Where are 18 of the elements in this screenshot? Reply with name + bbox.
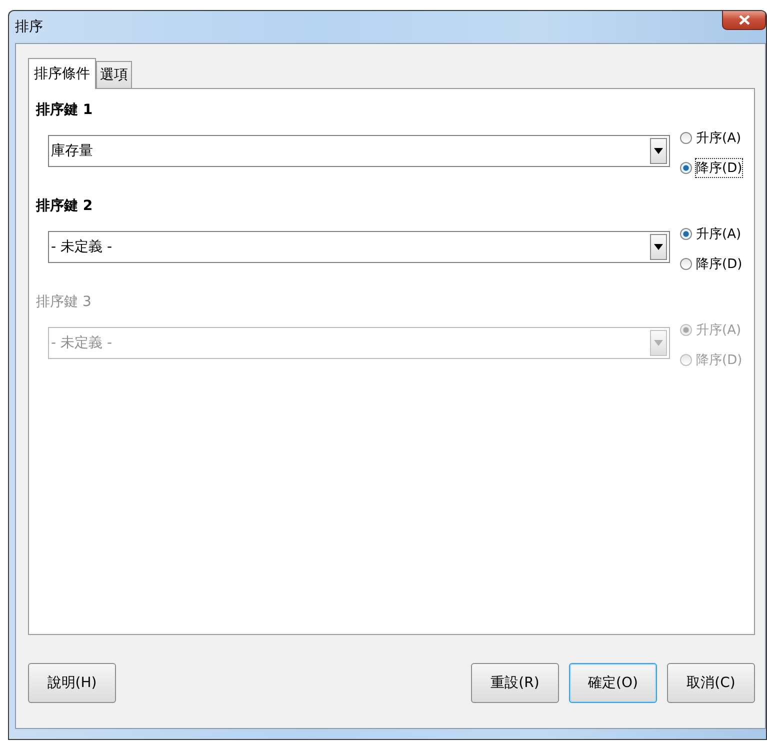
window-title: 排序 [15,18,43,36]
sort-key-label: 排序鍵 3 [36,293,92,312]
sort-key-dropdown[interactable]: 庫存量 [48,135,670,167]
radio-label: 升序(A) [696,130,742,147]
radio-label: 升序(A) [696,322,742,339]
radio-label: 降序(D) [696,159,742,177]
tab[interactable]: 排序條件 [28,58,96,89]
dialog-button[interactable]: 重設(R) [471,663,559,703]
sort-key-label: 排序鍵 2 [36,197,94,216]
sort-key-label: 排序鍵 1 [36,101,94,120]
dialog-button[interactable]: 確定(O) [569,663,657,703]
radio-label: 降序(D) [696,256,742,273]
dialog-button[interactable]: 說明(H) [28,663,116,703]
radio-label: 升序(A) [696,226,742,243]
radio-label: 降序(D) [696,352,742,369]
tab[interactable]: 選項 [96,61,132,88]
sort-key-dropdown[interactable]: - 未定義 - [48,231,670,263]
dialog-button[interactable]: 取消(C) [667,663,755,703]
